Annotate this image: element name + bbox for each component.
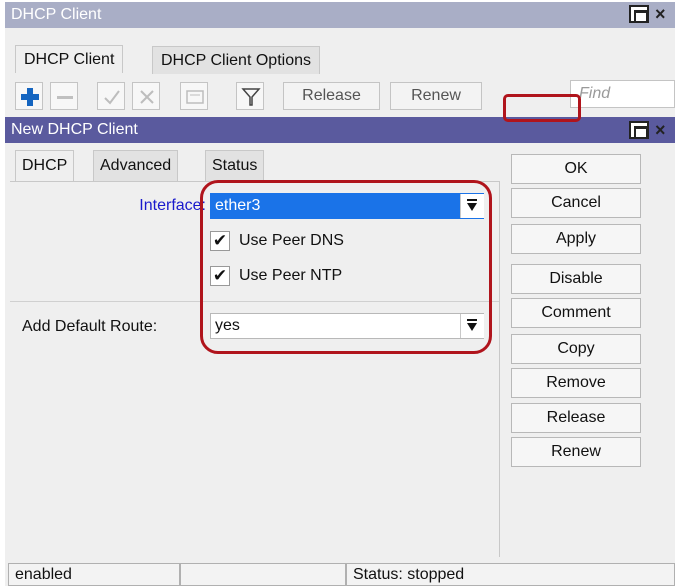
add-icon [21, 88, 39, 106]
comment-icon [186, 90, 204, 104]
tab-dhcp-client[interactable]: DHCP Client [15, 45, 124, 73]
interface-label: Interface: [139, 197, 206, 214]
dialog-close-icon[interactable]: × [655, 121, 671, 139]
filter-button[interactable] [236, 82, 264, 110]
annotation-highlight-small [503, 94, 581, 122]
remove-icon [57, 96, 73, 99]
enable-button[interactable] [97, 82, 125, 110]
enable-icon [104, 90, 120, 105]
ok-button[interactable]: OK [511, 154, 641, 184]
tab-status[interactable]: Status [205, 150, 265, 182]
find-input[interactable]: Find [570, 80, 675, 108]
status-running: Status: stopped [346, 563, 675, 586]
comment-button[interactable] [180, 82, 208, 110]
dialog-title: New DHCP Client [11, 121, 138, 138]
dialog-maximize-icon[interactable] [629, 121, 649, 139]
tab-dhcp-client-options[interactable]: DHCP Client Options [152, 46, 320, 74]
release-button[interactable]: Release [511, 403, 641, 433]
cancel-button[interactable]: Cancel [511, 188, 641, 218]
renew-toolbar-button[interactable]: Renew [390, 82, 482, 110]
remove-button[interactable]: Remove [511, 368, 641, 398]
add-button[interactable] [15, 82, 43, 110]
annotation-highlight-fields [200, 180, 492, 354]
renew-button[interactable]: Renew [511, 437, 641, 467]
disable-icon [140, 90, 154, 104]
remove-button[interactable] [50, 82, 78, 110]
outer-close-icon[interactable]: × [655, 5, 671, 23]
filter-icon [241, 88, 261, 106]
outer-maximize-icon[interactable] [629, 5, 649, 23]
tab-dhcp[interactable]: DHCP [15, 150, 75, 182]
outer-window-title: DHCP Client [11, 6, 102, 23]
status-empty-cell [180, 563, 346, 586]
tab-advanced[interactable]: Advanced [93, 150, 179, 182]
disable-button[interactable] [132, 82, 160, 110]
status-enabled: enabled [8, 563, 180, 586]
comment-button[interactable]: Comment [511, 298, 641, 328]
copy-button[interactable]: Copy [511, 334, 641, 364]
disable-button[interactable]: Disable [511, 264, 641, 294]
apply-button[interactable]: Apply [511, 224, 641, 254]
add-default-route-label: Add Default Route: [22, 318, 158, 335]
release-toolbar-button[interactable]: Release [283, 82, 380, 110]
outer-window-title-bar: DHCP Client [5, 2, 675, 28]
